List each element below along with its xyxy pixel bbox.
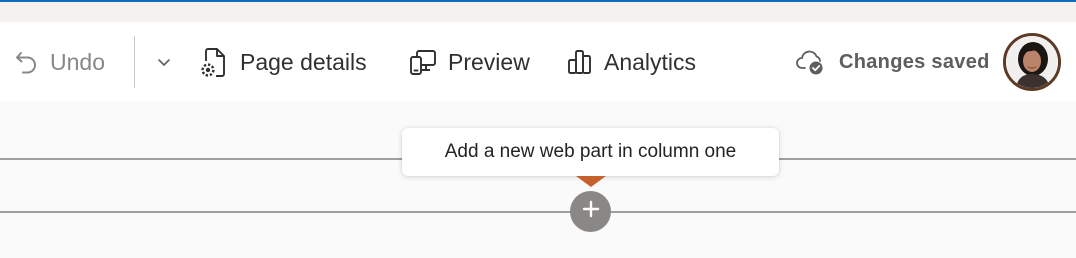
- header-band: [0, 2, 1076, 22]
- page-settings-icon: [200, 46, 230, 78]
- page-details-label: Page details: [240, 48, 367, 75]
- page-details-button[interactable]: Page details: [200, 22, 367, 102]
- plus-icon: [581, 199, 601, 224]
- analytics-label: Analytics: [604, 48, 697, 75]
- more-options-dropdown[interactable]: [155, 22, 173, 102]
- toolbar-divider: [134, 36, 135, 88]
- tooltip-text: Add a new web part in column one: [444, 141, 737, 162]
- undo-label: Undo: [50, 48, 105, 75]
- avatar[interactable]: [1003, 33, 1061, 91]
- bar-chart-icon: [566, 48, 594, 76]
- preview-button[interactable]: Preview: [408, 22, 530, 102]
- add-web-part-button[interactable]: [570, 191, 611, 232]
- chevron-down-icon: [155, 53, 173, 71]
- undo-icon: [14, 49, 40, 75]
- command-bar: Undo Page details Preview Analytics Chan…: [0, 22, 1076, 102]
- tooltip-pointer: [576, 176, 606, 187]
- undo-button[interactable]: Undo: [14, 22, 105, 102]
- save-status-label: Changes saved: [839, 50, 990, 73]
- save-status: Changes saved: [795, 22, 990, 102]
- analytics-button[interactable]: Analytics: [566, 22, 696, 102]
- page-canvas: [0, 102, 1076, 258]
- cloud-checkmark-icon: [795, 48, 827, 76]
- preview-label: Preview: [448, 48, 530, 75]
- devices-icon: [408, 47, 438, 77]
- add-web-part-tooltip: Add a new web part in column one: [402, 128, 779, 176]
- section-bottom-divider: [0, 211, 1076, 213]
